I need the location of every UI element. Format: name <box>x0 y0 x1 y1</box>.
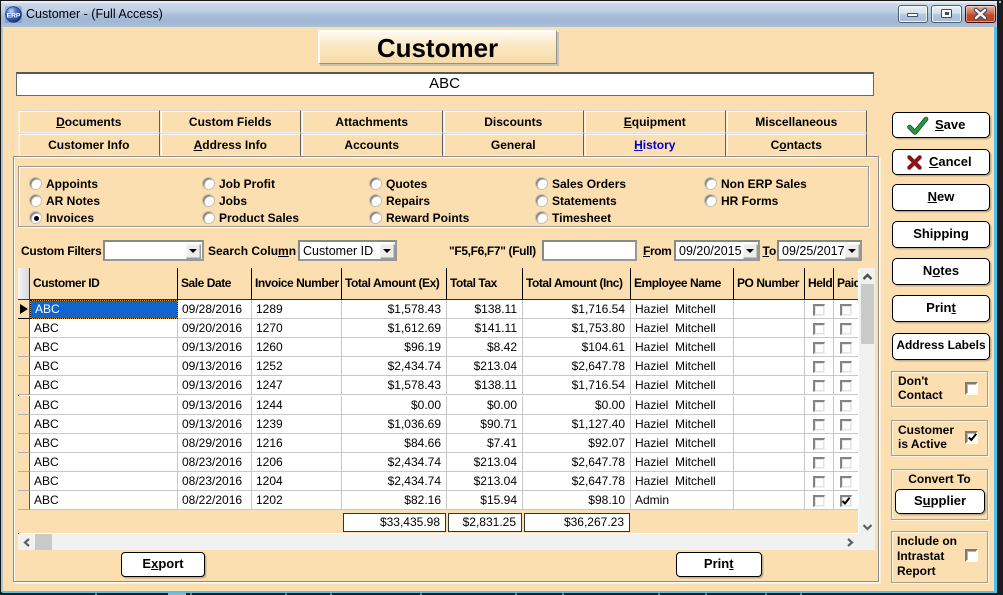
svg-text:ERP: ERP <box>7 12 21 19</box>
